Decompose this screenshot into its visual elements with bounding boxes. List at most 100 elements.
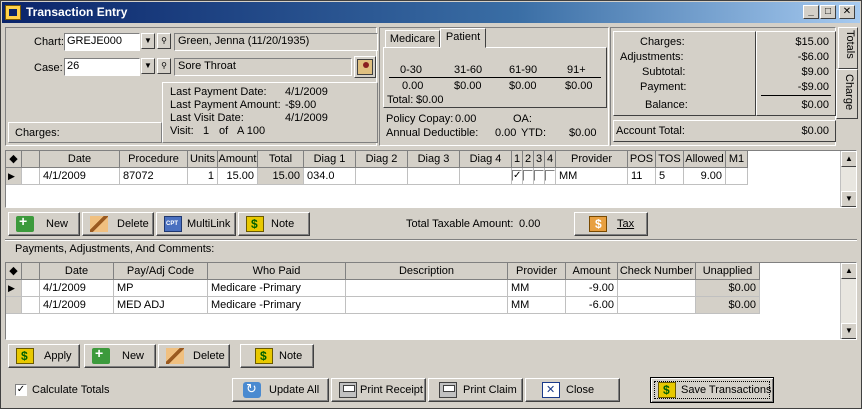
payments-col-date[interactable]: Date (40, 263, 114, 280)
case-search-button[interactable]: ⚲ (157, 58, 171, 74)
minimize-button[interactable]: _ (803, 5, 819, 19)
charges-col-units[interactable]: Units (188, 151, 218, 168)
diag-pointer-1-checkbox[interactable]: ✓ (512, 170, 522, 181)
charge-date-cell[interactable]: 4/1/2009 (40, 168, 120, 185)
tab-totals[interactable]: Totals (838, 27, 858, 69)
print-receipt-button[interactable]: Print Receipt (331, 378, 426, 402)
scroll-down-icon[interactable]: ▼ (841, 323, 856, 339)
charges-scrollbar[interactable]: ▲ ▼ (840, 151, 856, 207)
chart-dropdown-button[interactable]: ▼ (141, 33, 155, 49)
update-all-button[interactable]: Update All (232, 378, 329, 402)
charge-tos-cell[interactable]: 5 (656, 168, 684, 185)
payment-delete-button[interactable]: Delete (158, 344, 230, 368)
payment-who-paid-cell[interactable]: Medicare -Primary (208, 297, 346, 314)
charge-delete-button[interactable]: Delete (82, 212, 154, 236)
payment-amount-cell[interactable]: -6.00 (566, 297, 618, 314)
charge-note-button[interactable]: Note (238, 212, 310, 236)
charges-col-diag4[interactable]: Diag 4 (460, 151, 512, 168)
payment-provider-cell[interactable]: MM (508, 297, 566, 314)
charge-diag3-cell[interactable] (408, 168, 460, 185)
save-transactions-button[interactable]: Save Transactions (650, 377, 774, 403)
payments-scrollbar[interactable]: ▲ ▼ (840, 263, 856, 339)
payment-date-cell[interactable]: 4/1/2009 (40, 280, 114, 297)
close-button[interactable]: Close (525, 378, 620, 402)
case-dropdown-button[interactable]: ▼ (141, 58, 155, 74)
charge-diag2-cell[interactable] (356, 168, 408, 185)
charges-col-total[interactable]: Total (258, 151, 304, 168)
payment-note-button[interactable]: Note (240, 344, 314, 368)
charge-diag-pointer-2[interactable] (523, 168, 534, 185)
payment-check-cell[interactable] (618, 297, 696, 314)
charge-allowed-cell[interactable]: 9.00 (684, 168, 726, 185)
scroll-down-icon[interactable]: ▼ (841, 191, 856, 207)
payment-code-cell[interactable]: MED ADJ (114, 297, 208, 314)
charge-diag1-cell[interactable]: 034.0 (304, 168, 356, 185)
payments-col-code[interactable]: Pay/Adj Code (114, 263, 208, 280)
charges-col-procedure[interactable]: Procedure (120, 151, 188, 168)
charges-col-pos[interactable]: POS (628, 151, 656, 168)
chart-search-button[interactable]: ⚲ (157, 33, 171, 49)
title-bar[interactable]: Transaction Entry _ □ ✕ (2, 2, 860, 23)
charge-provider-cell[interactable]: MM (556, 168, 628, 185)
charges-col-provider[interactable]: Provider (556, 151, 628, 168)
payment-amount-cell[interactable]: -9.00 (566, 280, 618, 297)
charges-col-3[interactable]: 3 (534, 151, 545, 168)
payment-description-cell[interactable] (346, 297, 508, 314)
charges-col-tos[interactable]: TOS (656, 151, 684, 168)
print-claim-button[interactable]: Print Claim (428, 378, 523, 402)
chart-input[interactable]: GREJE000 (64, 33, 140, 51)
tab-medicare[interactable]: Medicare (385, 30, 440, 48)
charges-col-1[interactable]: 1 (512, 151, 523, 168)
charges-col-4[interactable]: 4 (545, 151, 556, 168)
payment-new-button[interactable]: New (84, 344, 156, 368)
case-input[interactable]: 26 (64, 58, 140, 76)
tab-charge[interactable]: Charge (836, 69, 858, 119)
tab-patient[interactable]: Patient (440, 28, 486, 48)
diag-pointer-2-checkbox[interactable] (523, 170, 533, 181)
payment-description-cell[interactable] (346, 280, 508, 297)
charge-procedure-cell[interactable]: 87072 (120, 168, 188, 185)
payments-col-check-number[interactable]: Check Number (618, 263, 696, 280)
charges-col-m1[interactable]: M1 (726, 151, 748, 168)
charges-col-allowed[interactable]: Allowed (684, 151, 726, 168)
charge-diag-pointer-4[interactable] (545, 168, 556, 185)
charges-col-diag3[interactable]: Diag 3 (408, 151, 460, 168)
payment-code-cell[interactable]: MP (114, 280, 208, 297)
charge-diag4-cell[interactable] (460, 168, 512, 185)
tax-button[interactable]: Tax (574, 212, 648, 236)
payment-provider-cell[interactable]: MM (508, 280, 566, 297)
charge-new-button[interactable]: New (8, 212, 80, 236)
charge-diag-pointer-1[interactable]: ✓ (512, 168, 523, 185)
patient-lookup-button[interactable] (354, 56, 376, 78)
apply-button[interactable]: Apply (8, 344, 80, 368)
charges-col-diag2[interactable]: Diag 2 (356, 151, 408, 168)
charge-units-cell[interactable]: 1 (188, 168, 218, 185)
charges-col-diag1[interactable]: Diag 1 (304, 151, 356, 168)
payments-col-provider[interactable]: Provider (508, 263, 566, 280)
diag-pointer-3-checkbox[interactable] (534, 170, 544, 181)
payments-col-unapplied[interactable]: Unapplied (696, 263, 760, 280)
payment-check-cell[interactable] (618, 280, 696, 297)
diag-pointer-4-checkbox[interactable] (545, 170, 555, 181)
last-visit-date: 4/1/2009 (285, 112, 328, 124)
charges-col-2[interactable]: 2 (523, 151, 534, 168)
charges-col-date[interactable]: Date (40, 151, 120, 168)
charge-new-label: New (46, 218, 69, 230)
payments-col-amount[interactable]: Amount (566, 263, 618, 280)
maximize-button[interactable]: □ (820, 5, 836, 19)
totals-values-box: $15.00 -$6.00 $9.00 -$9.00 $0.00 (756, 31, 836, 116)
payments-col-description[interactable]: Description (346, 263, 508, 280)
charge-amount-cell[interactable]: 15.00 (218, 168, 258, 185)
calculate-totals-checkbox[interactable]: ✓ (15, 384, 27, 396)
charge-diag-pointer-3[interactable] (534, 168, 545, 185)
multilink-button[interactable]: MultiLink (156, 212, 236, 236)
scroll-up-icon[interactable]: ▲ (841, 263, 856, 279)
charges-col-amount[interactable]: Amount (218, 151, 258, 168)
payments-col-who-paid[interactable]: Who Paid (208, 263, 346, 280)
charge-pos-cell[interactable]: 11 (628, 168, 656, 185)
charge-m1-cell[interactable] (726, 168, 748, 185)
payment-date-cell[interactable]: 4/1/2009 (40, 297, 114, 314)
scroll-up-icon[interactable]: ▲ (841, 151, 856, 167)
close-window-button[interactable]: ✕ (839, 5, 855, 19)
payment-who-paid-cell[interactable]: Medicare -Primary (208, 280, 346, 297)
